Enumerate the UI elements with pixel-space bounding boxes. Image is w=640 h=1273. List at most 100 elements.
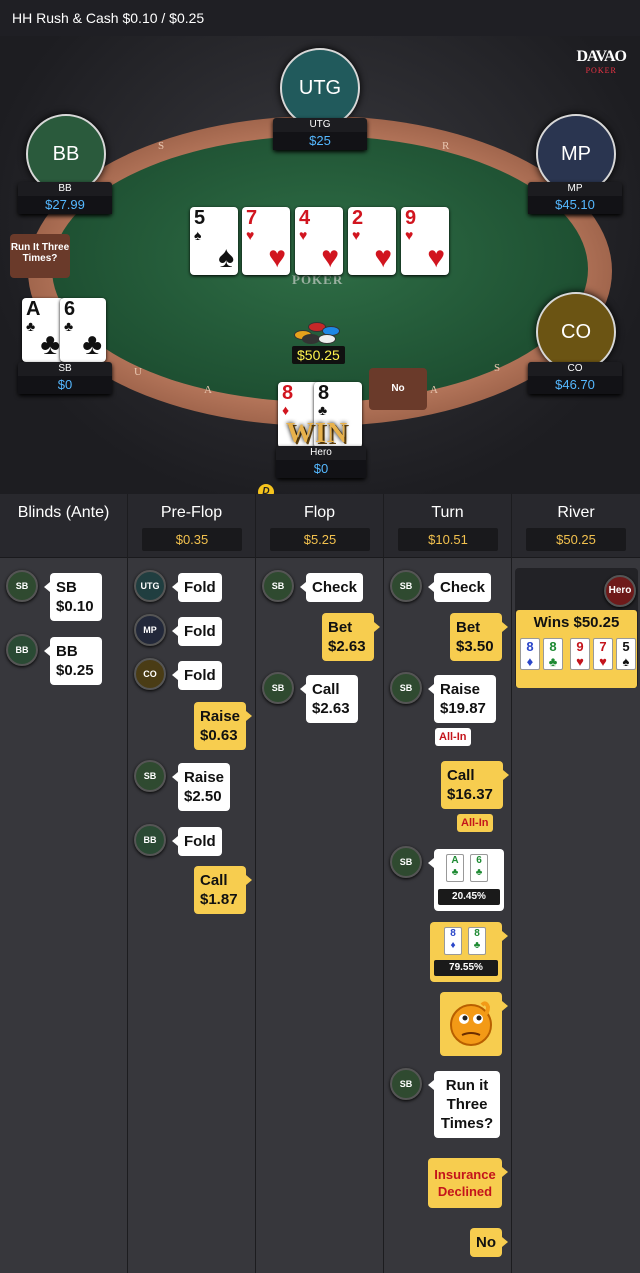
column-header: River $50.25 <box>512 494 640 558</box>
rail-letter: R <box>442 140 450 152</box>
club-icon: ♣ <box>451 867 459 878</box>
player-name: SB <box>58 363 72 374</box>
winning-card: 8 ♦ <box>520 638 540 670</box>
action-amount: $0.10 <box>56 598 94 615</box>
action-bubble: Call $2.63 <box>300 675 358 723</box>
avatar-sb: SB <box>390 570 422 602</box>
column-flop: Flop $5.25 <box>256 494 384 1273</box>
heart-icon: ♥ <box>374 241 392 274</box>
showdown-bubble: A ♣ 6 ♣ 20.45% <box>428 849 504 911</box>
avatar-hero: Hero <box>604 575 636 607</box>
hero-action-bubble: Call $16.37 <box>441 761 509 809</box>
avatar-sb: SB <box>6 570 38 602</box>
player-stack: $0 <box>276 460 366 478</box>
player-name: UTG <box>309 119 331 130</box>
action-label: Bet <box>456 619 481 636</box>
sb-hole-card: 6 ♣ ♣ <box>60 298 106 362</box>
card-rank: 6 <box>476 855 482 866</box>
rail-letter: S <box>158 140 165 152</box>
player-stack: $27.99 <box>18 196 112 214</box>
seat-utg[interactable]: UTG <box>280 48 360 128</box>
column-header: Flop $5.25 <box>256 494 383 558</box>
nameplate-sb: SB $0 <box>18 362 112 394</box>
win-summary: Wins $50.25 8 ♦ 8 ♣ 9 ♥ 7 ♥ 5 ♠ <box>516 610 637 688</box>
sb-hole-card: A ♣ ♣ <box>22 298 64 362</box>
action-label: Raise <box>184 769 225 786</box>
player-name: BB <box>58 183 72 194</box>
action-amount: $1.87 <box>200 891 238 908</box>
dealer-button: D <box>258 484 274 494</box>
heart-icon: ♥ <box>246 227 255 243</box>
insurance-declined-bubble: Insurance Declined <box>428 1158 508 1208</box>
all-in-tag: All-In <box>457 814 493 832</box>
action-label: SB <box>56 579 77 596</box>
column-pot: $10.51 <box>398 528 498 551</box>
action-bubble: Raise $2.50 <box>172 763 230 811</box>
brand-name: DAVAO <box>576 48 627 65</box>
avatar-bb: BB <box>6 634 38 666</box>
action-amount: $2.63 <box>312 700 350 717</box>
column-pot: $0.35 <box>142 528 242 551</box>
equity-label: 20.45% <box>438 889 500 905</box>
action-bubble: Check <box>427 573 492 602</box>
club-icon: ♣ <box>548 654 558 669</box>
action-amount: $19.87 <box>440 700 486 717</box>
heart-icon: ♥ <box>405 227 414 243</box>
action-amount: $16.37 <box>447 786 493 803</box>
action-label: Declined <box>437 1184 493 1199</box>
action-label: Call <box>312 681 340 698</box>
action-amount: $2.63 <box>328 638 366 655</box>
hand-title: HH Rush & Cash $0.10 / $0.25 <box>12 10 205 26</box>
action-label: Raise <box>200 708 241 725</box>
board-card: 7 ♥ ♥ <box>242 207 290 275</box>
action-bubble: Run it Three Times? <box>428 1071 500 1138</box>
nameplate-bb: BB $27.99 <box>18 182 112 214</box>
club-icon: ♣ <box>318 402 328 418</box>
avatar-mp: MP <box>134 614 166 646</box>
action-label: BB <box>56 643 78 660</box>
heart-icon: ♥ <box>299 227 308 243</box>
column-header: Blinds (Ante) <box>0 494 127 558</box>
pot-amount: $50.25 <box>292 346 345 364</box>
no-button[interactable]: No <box>369 368 427 410</box>
board-card: 4 ♥ ♥ <box>295 207 343 275</box>
seat-label: BB <box>52 142 80 165</box>
nameplate-utg: UTG $25 <box>273 118 367 150</box>
action-label: Call <box>200 872 228 889</box>
winning-card: 9 ♥ <box>570 638 590 670</box>
column-pot: $50.25 <box>526 528 626 551</box>
heart-icon: ♥ <box>576 654 584 669</box>
brand-logo: DAVAO POKER <box>576 48 627 75</box>
player-name: MP <box>567 183 583 194</box>
column-pot: $5.25 <box>270 528 370 551</box>
avatar-co: CO <box>134 658 166 690</box>
all-in-tag: All-In <box>435 728 471 746</box>
avatar-sb: SB <box>390 1068 422 1100</box>
column-title: Flop <box>303 504 336 521</box>
poker-table-area: S R U A A S DAVAO POKER POKER UTG UTG $2… <box>0 36 640 494</box>
card-rank: 8 <box>474 928 480 939</box>
column-title: Blinds (Ante) <box>17 504 110 521</box>
action-bubble: Fold <box>172 661 222 690</box>
seat-label: UTG <box>298 76 342 99</box>
winning-card: 7 ♥ <box>593 638 613 670</box>
club-icon: ♣ <box>473 940 481 951</box>
brand-sub: POKER <box>585 66 617 75</box>
win-amount: Wins $50.25 <box>533 614 620 631</box>
heart-icon: ♥ <box>599 654 607 669</box>
action-bubble: Check <box>299 573 364 602</box>
action-bubble: BB $0.25 <box>44 637 102 685</box>
card-rank: A <box>451 855 459 866</box>
avatar-sb: SB <box>262 570 294 602</box>
card-rank: 8 <box>450 928 456 939</box>
winning-card: 8 ♣ <box>543 638 563 670</box>
action-bubble: Fold <box>172 827 222 856</box>
action-bubble: Fold <box>172 573 222 602</box>
nameplate-co: CO $46.70 <box>528 362 622 394</box>
hero-action-bubble: Bet $2.63 <box>322 613 380 661</box>
seat-co[interactable]: CO <box>536 292 616 372</box>
player-name: Hero <box>310 447 332 458</box>
card-rank: 7 <box>599 639 607 654</box>
avatar-utg: UTG <box>134 570 166 602</box>
avatar-sb: SB <box>262 672 294 704</box>
